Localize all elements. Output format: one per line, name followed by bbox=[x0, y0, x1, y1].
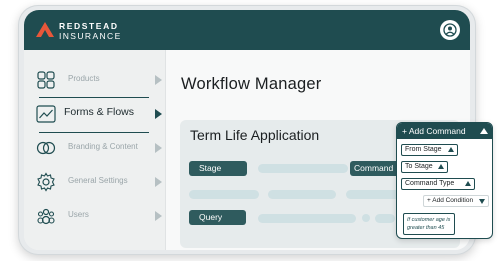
sidebar-item-products[interactable]: Products bbox=[24, 66, 166, 94]
divider bbox=[39, 97, 149, 98]
condition-note: If customer age is greater than 45 bbox=[403, 213, 455, 235]
sidebar-item-label: Forms & Flows bbox=[64, 106, 135, 118]
sidebar-item-label: Branding & Content bbox=[68, 142, 138, 151]
caret-down-icon bbox=[479, 199, 485, 204]
caret-right-icon bbox=[155, 177, 162, 187]
caret-up-icon bbox=[480, 128, 488, 134]
query-tag[interactable]: Query bbox=[189, 210, 246, 225]
brand-name: REDSTEAD bbox=[59, 21, 119, 31]
page-title: Workflow Manager bbox=[181, 75, 322, 93]
sidebar-item-general-settings[interactable]: General Settings bbox=[24, 168, 166, 196]
grid-icon bbox=[37, 71, 55, 89]
add-command-label: + Add Command bbox=[402, 126, 466, 136]
placeholder-bar bbox=[346, 190, 402, 199]
placeholder-bar bbox=[258, 164, 348, 173]
to-stage-select[interactable]: To Stage bbox=[401, 161, 448, 173]
sidebar-item-label: Users bbox=[68, 210, 89, 219]
sidebar-item-label: General Settings bbox=[68, 176, 128, 185]
placeholder-bar bbox=[268, 190, 336, 199]
placeholder-dot bbox=[362, 214, 370, 222]
placeholder-bar bbox=[375, 214, 395, 223]
logo-icon bbox=[36, 22, 54, 37]
caret-up-icon bbox=[438, 164, 444, 169]
add-command-popover: + Add Command From Stage To Stage Comman… bbox=[396, 122, 493, 239]
stage-tag[interactable]: Stage bbox=[189, 161, 247, 176]
add-condition-label: + Add Condition bbox=[427, 197, 474, 204]
divider bbox=[39, 132, 149, 133]
placeholder-bar bbox=[189, 190, 259, 199]
profile-button[interactable] bbox=[440, 20, 460, 40]
brand-subname: INSURANCE bbox=[59, 31, 122, 41]
trend-line-icon bbox=[36, 105, 56, 123]
to-stage-label: To Stage bbox=[405, 163, 433, 170]
caret-right-icon bbox=[155, 211, 162, 221]
caret-right-icon bbox=[155, 75, 162, 85]
user-circle-icon bbox=[443, 23, 457, 37]
card-title: Term Life Application bbox=[190, 127, 320, 143]
from-stage-label: From Stage bbox=[405, 146, 442, 153]
sidebar-item-branding-content[interactable]: Branding & Content bbox=[24, 134, 166, 162]
caret-right-icon bbox=[155, 109, 162, 119]
sidebar-item-forms-flows[interactable]: Forms & Flows bbox=[24, 100, 166, 128]
gear-icon bbox=[37, 172, 55, 192]
caret-right-icon bbox=[155, 143, 162, 153]
add-command-button[interactable]: + Add Command bbox=[397, 123, 492, 139]
caret-up-icon bbox=[448, 147, 454, 152]
add-condition-button[interactable]: + Add Condition bbox=[423, 195, 489, 207]
command-type-label: Command Type bbox=[405, 180, 455, 187]
command-type-select[interactable]: Command Type bbox=[401, 178, 475, 190]
users-icon bbox=[37, 208, 55, 225]
caret-up-icon bbox=[465, 181, 471, 186]
sidebar: Products Forms & Flows Branding & Conten bbox=[24, 50, 166, 250]
overlap-circles-icon bbox=[36, 141, 56, 155]
sidebar-item-users[interactable]: Users bbox=[24, 202, 166, 230]
top-bar: REDSTEAD INSURANCE bbox=[24, 10, 470, 50]
placeholder-bar bbox=[258, 214, 356, 223]
from-stage-select[interactable]: From Stage bbox=[401, 144, 458, 156]
sidebar-item-label: Products bbox=[68, 74, 100, 83]
